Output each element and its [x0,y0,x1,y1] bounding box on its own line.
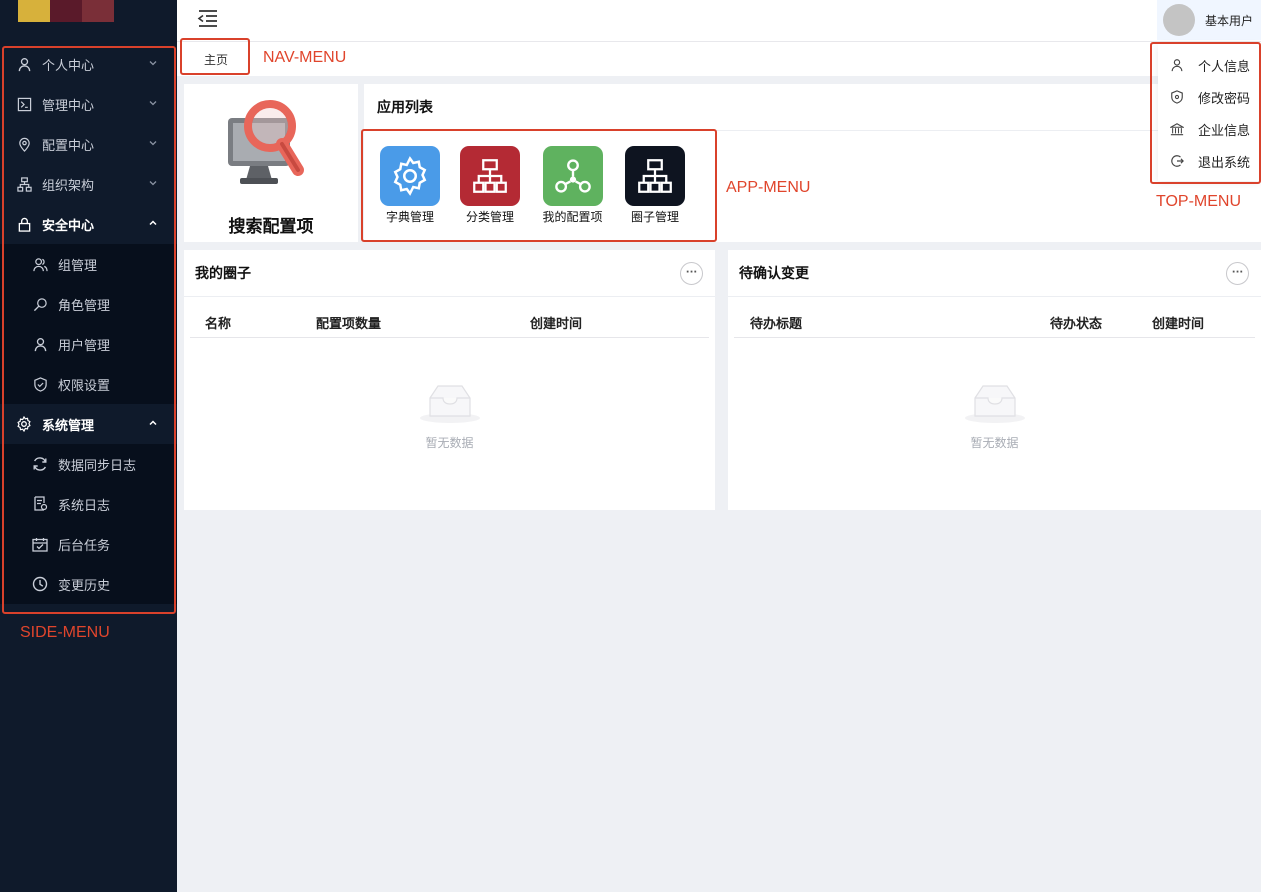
top-menu-annotation-box [1150,42,1261,184]
search-config-label: 搜索配置项 [228,217,314,237]
nav-menu-annotation-box [180,38,250,75]
empty-state: 暂无数据 [728,382,1261,451]
nav-menu-annotation-label: NAV-MENU [263,49,347,66]
panel-title: 待确认变更 ··· [728,250,1261,297]
panel-title: 我的圈子 ··· [184,250,715,297]
my-circles-title: 我的圈子 [195,266,251,282]
table-header: 待办标题 待办状态 创建时间 [734,306,1255,338]
column-header[interactable]: 待办标题 [750,313,802,332]
column-header[interactable]: 待办状态 [1050,313,1102,332]
column-header[interactable]: 配置项数量 [316,313,381,332]
column-header[interactable]: 创建时间 [1152,313,1204,332]
more-button[interactable]: ··· [680,262,703,285]
logo [18,0,114,22]
empty-box-icon [419,385,480,423]
empty-state: 暂无数据 [184,382,715,451]
pending-changes-title: 待确认变更 [739,266,809,282]
app-menu-annotation-label: APP-MENU [726,179,811,196]
app-list-title: 应用列表 [364,84,1261,131]
pending-changes-panel: 待确认变更 ··· 待办标题 待办状态 创建时间 暂无数据 [728,250,1261,510]
empty-text: 暂无数据 [425,436,474,450]
column-header[interactable]: 名称 [205,313,231,332]
empty-box-icon [964,385,1025,423]
menu-fold-icon[interactable] [197,8,219,30]
top-bar: 基本用户 [177,0,1261,42]
side-menu-annotation-label: SIDE-MENU [20,624,110,641]
user-menu-trigger[interactable]: 基本用户 [1157,0,1261,40]
avatar [1163,4,1195,36]
search-config-card[interactable]: 搜索配置项 [184,84,358,242]
table-header: 名称 配置项数量 创建时间 [190,306,709,338]
user-name: 基本用户 [1205,13,1254,28]
search-monitor-icon [228,100,304,184]
app-menu-annotation-box [361,129,717,242]
column-header[interactable]: 创建时间 [530,313,582,332]
empty-text: 暂无数据 [970,436,1019,450]
side-menu-annotation-box [2,46,176,614]
top-menu-annotation-label: TOP-MENU [1156,193,1242,210]
my-circles-panel: 我的圈子 ··· 名称 配置项数量 创建时间 暂无数据 [184,250,715,510]
more-button[interactable]: ··· [1226,262,1249,285]
